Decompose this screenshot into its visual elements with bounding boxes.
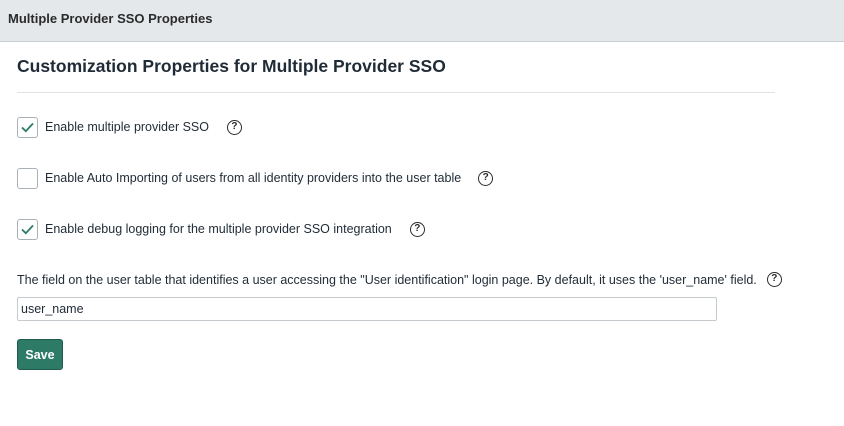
page-title: Customization Properties for Multiple Pr… bbox=[17, 56, 446, 76]
enable-debug-logging-checkbox[interactable] bbox=[17, 218, 38, 240]
check-icon bbox=[21, 122, 34, 132]
header-title: Multiple Provider SSO Properties bbox=[8, 11, 213, 26]
option-label: Enable multiple provider SSO bbox=[45, 120, 209, 134]
page-header: Multiple Provider SSO Properties bbox=[0, 0, 844, 42]
option-row-multiple-provider-sso: Enable multiple provider SSO ? bbox=[17, 116, 242, 138]
question-circle-icon[interactable]: ? bbox=[409, 221, 425, 237]
user-field-label: The field on the user table that identif… bbox=[17, 272, 757, 287]
question-circle-icon[interactable]: ? bbox=[226, 119, 242, 135]
enable-auto-importing-checkbox[interactable] bbox=[17, 167, 38, 189]
option-label: Enable Auto Importing of users from all … bbox=[45, 171, 462, 185]
enable-multiple-provider-sso-checkbox[interactable] bbox=[17, 116, 38, 138]
option-row-auto-importing: Enable Auto Importing of users from all … bbox=[17, 167, 494, 189]
option-row-debug-logging: Enable debug logging for the multiple pr… bbox=[17, 218, 425, 240]
option-label: Enable debug logging for the multiple pr… bbox=[45, 222, 392, 236]
question-circle-icon[interactable]: ? bbox=[766, 272, 782, 287]
divider bbox=[17, 92, 775, 93]
user-identification-field-input[interactable] bbox=[17, 297, 717, 321]
check-icon bbox=[21, 224, 34, 234]
question-circle-icon[interactable]: ? bbox=[478, 170, 494, 186]
user-field-description: The field on the user table that identif… bbox=[17, 272, 782, 287]
save-button[interactable]: Save bbox=[17, 339, 63, 370]
